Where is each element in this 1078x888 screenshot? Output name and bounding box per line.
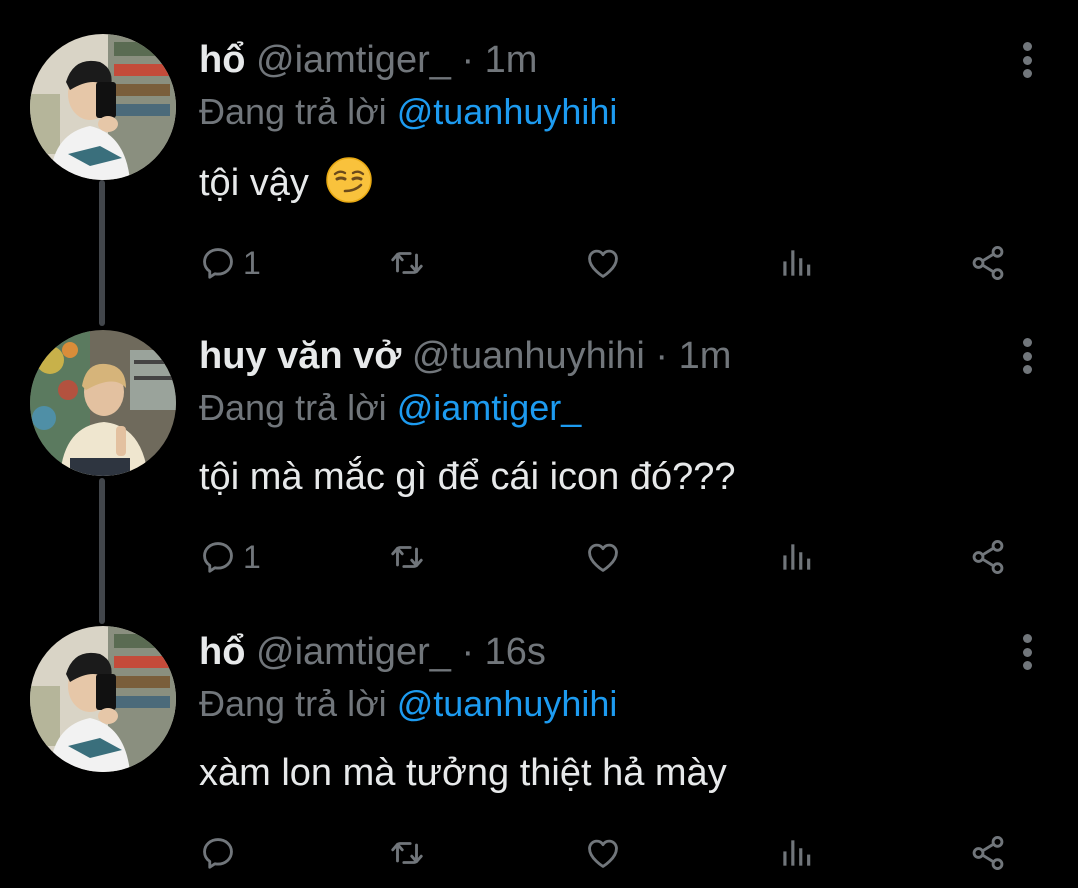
more-vertical-icon — [1022, 338, 1032, 347]
heart-icon — [588, 839, 618, 868]
replying-to-label: Đang trả lời — [199, 683, 387, 724]
more-options-button[interactable] — [1020, 338, 1034, 378]
tweet-text-content: tội vậy — [199, 162, 309, 204]
avatar[interactable] — [30, 34, 176, 180]
tweet-text: tội vậy — [199, 156, 1078, 208]
retweet-icon — [391, 252, 423, 274]
replying-to: Đang trả lời @tuanhuyhihi — [199, 680, 1078, 728]
tweet-content: hổ @iamtiger_ · 1m Đang trả lời @tuanhuy… — [199, 36, 1078, 208]
reply-count: 1 — [243, 539, 261, 575]
replying-to: Đang trả lời @iamtiger_ — [199, 384, 1078, 432]
heart-icon — [588, 543, 618, 572]
retweet-button[interactable] — [388, 532, 432, 582]
mention-link[interactable]: @iamtiger_ — [397, 387, 582, 428]
timestamp[interactable]: 16s — [485, 631, 546, 673]
reply-icon — [203, 542, 233, 573]
replying-to-label: Đang trả lời — [199, 387, 387, 428]
share-icon — [972, 246, 1004, 280]
more-vertical-icon — [1022, 661, 1032, 670]
views-button[interactable] — [777, 828, 815, 878]
display-name[interactable]: huy văn vở — [199, 335, 401, 377]
tweet-actions: 1 — [199, 532, 1078, 582]
tweet-header: hổ @iamtiger_ · 1m — [199, 36, 1078, 84]
replying-to: Đang trả lời @tuanhuyhihi — [199, 88, 1078, 136]
tweet-header: hổ @iamtiger_ · 16s — [199, 628, 1078, 676]
display-name[interactable]: hổ — [199, 631, 245, 673]
reply-icon — [203, 838, 233, 869]
share-icon — [972, 540, 1004, 574]
tweet-text: xàm lon mà tưởng thiệt hả mày — [199, 752, 727, 794]
user-handle[interactable]: @tuanhuyhihi — [412, 335, 645, 377]
heart-icon — [588, 249, 618, 278]
like-button[interactable] — [584, 238, 628, 288]
tweet-actions — [199, 828, 1078, 878]
more-vertical-icon — [1022, 69, 1032, 78]
more-vertical-icon — [1022, 42, 1032, 51]
retweet-button[interactable] — [388, 238, 432, 288]
avatar[interactable] — [30, 330, 176, 476]
user-handle[interactable]: @iamtiger_ — [256, 39, 451, 81]
reply-button[interactable]: 1 — [199, 532, 261, 582]
more-vertical-icon — [1022, 634, 1032, 643]
like-button[interactable] — [584, 532, 628, 582]
reply-count: 1 — [243, 245, 261, 281]
timestamp[interactable]: 1m — [679, 335, 732, 377]
user-handle[interactable]: @iamtiger_ — [256, 631, 451, 673]
views-icon — [783, 840, 811, 866]
mention-link[interactable]: @tuanhuyhihi — [397, 91, 618, 132]
tweet[interactable]: huy văn vở @tuanhuyhihi · 1m Đang trả lờ… — [0, 300, 1078, 600]
reply-icon — [203, 248, 233, 279]
reply-button[interactable] — [199, 828, 243, 878]
more-vertical-icon — [1022, 351, 1032, 361]
tweet-actions: 1 — [199, 238, 1078, 288]
share-button[interactable] — [969, 828, 1007, 878]
views-button[interactable] — [777, 532, 815, 582]
separator: · — [461, 39, 475, 81]
share-icon — [972, 836, 1004, 870]
avatar[interactable] — [30, 626, 176, 772]
more-vertical-icon — [1022, 647, 1032, 657]
reply-button[interactable]: 1 — [199, 238, 261, 288]
views-button[interactable] — [777, 238, 815, 288]
views-icon — [783, 250, 811, 276]
display-name[interactable]: hổ — [199, 39, 245, 81]
share-button[interactable] — [969, 238, 1007, 288]
tweet-content: huy văn vở @tuanhuyhihi · 1m Đang trả lờ… — [199, 332, 1078, 502]
separator: · — [655, 335, 669, 377]
replying-to-label: Đang trả lời — [199, 91, 387, 132]
retweet-icon — [391, 842, 423, 864]
views-icon — [783, 544, 811, 570]
like-button[interactable] — [584, 828, 628, 878]
more-options-button[interactable] — [1020, 634, 1034, 674]
share-button[interactable] — [969, 532, 1007, 582]
more-options-button[interactable] — [1020, 42, 1034, 82]
more-vertical-icon — [1022, 365, 1032, 374]
tweet-content: hổ @iamtiger_ · 16s Đang trả lời @tuanhu… — [199, 628, 1078, 798]
retweet-icon — [391, 546, 423, 568]
more-vertical-icon — [1022, 55, 1032, 65]
tweet[interactable]: hổ @iamtiger_ · 1m Đang trả lời @tuanhuy… — [0, 0, 1078, 300]
retweet-button[interactable] — [388, 828, 432, 878]
timestamp[interactable]: 1m — [485, 39, 538, 81]
smirking-face-emoji-icon — [325, 156, 373, 204]
separator: · — [461, 631, 475, 673]
tweet[interactable]: hổ @iamtiger_ · 16s Đang trả lời @tuanhu… — [0, 600, 1078, 888]
tweet-text: tội mà mắc gì để cái icon đó??? — [199, 456, 736, 498]
tweet-header: huy văn vở @tuanhuyhihi · 1m — [199, 332, 1078, 380]
mention-link[interactable]: @tuanhuyhihi — [397, 683, 618, 724]
